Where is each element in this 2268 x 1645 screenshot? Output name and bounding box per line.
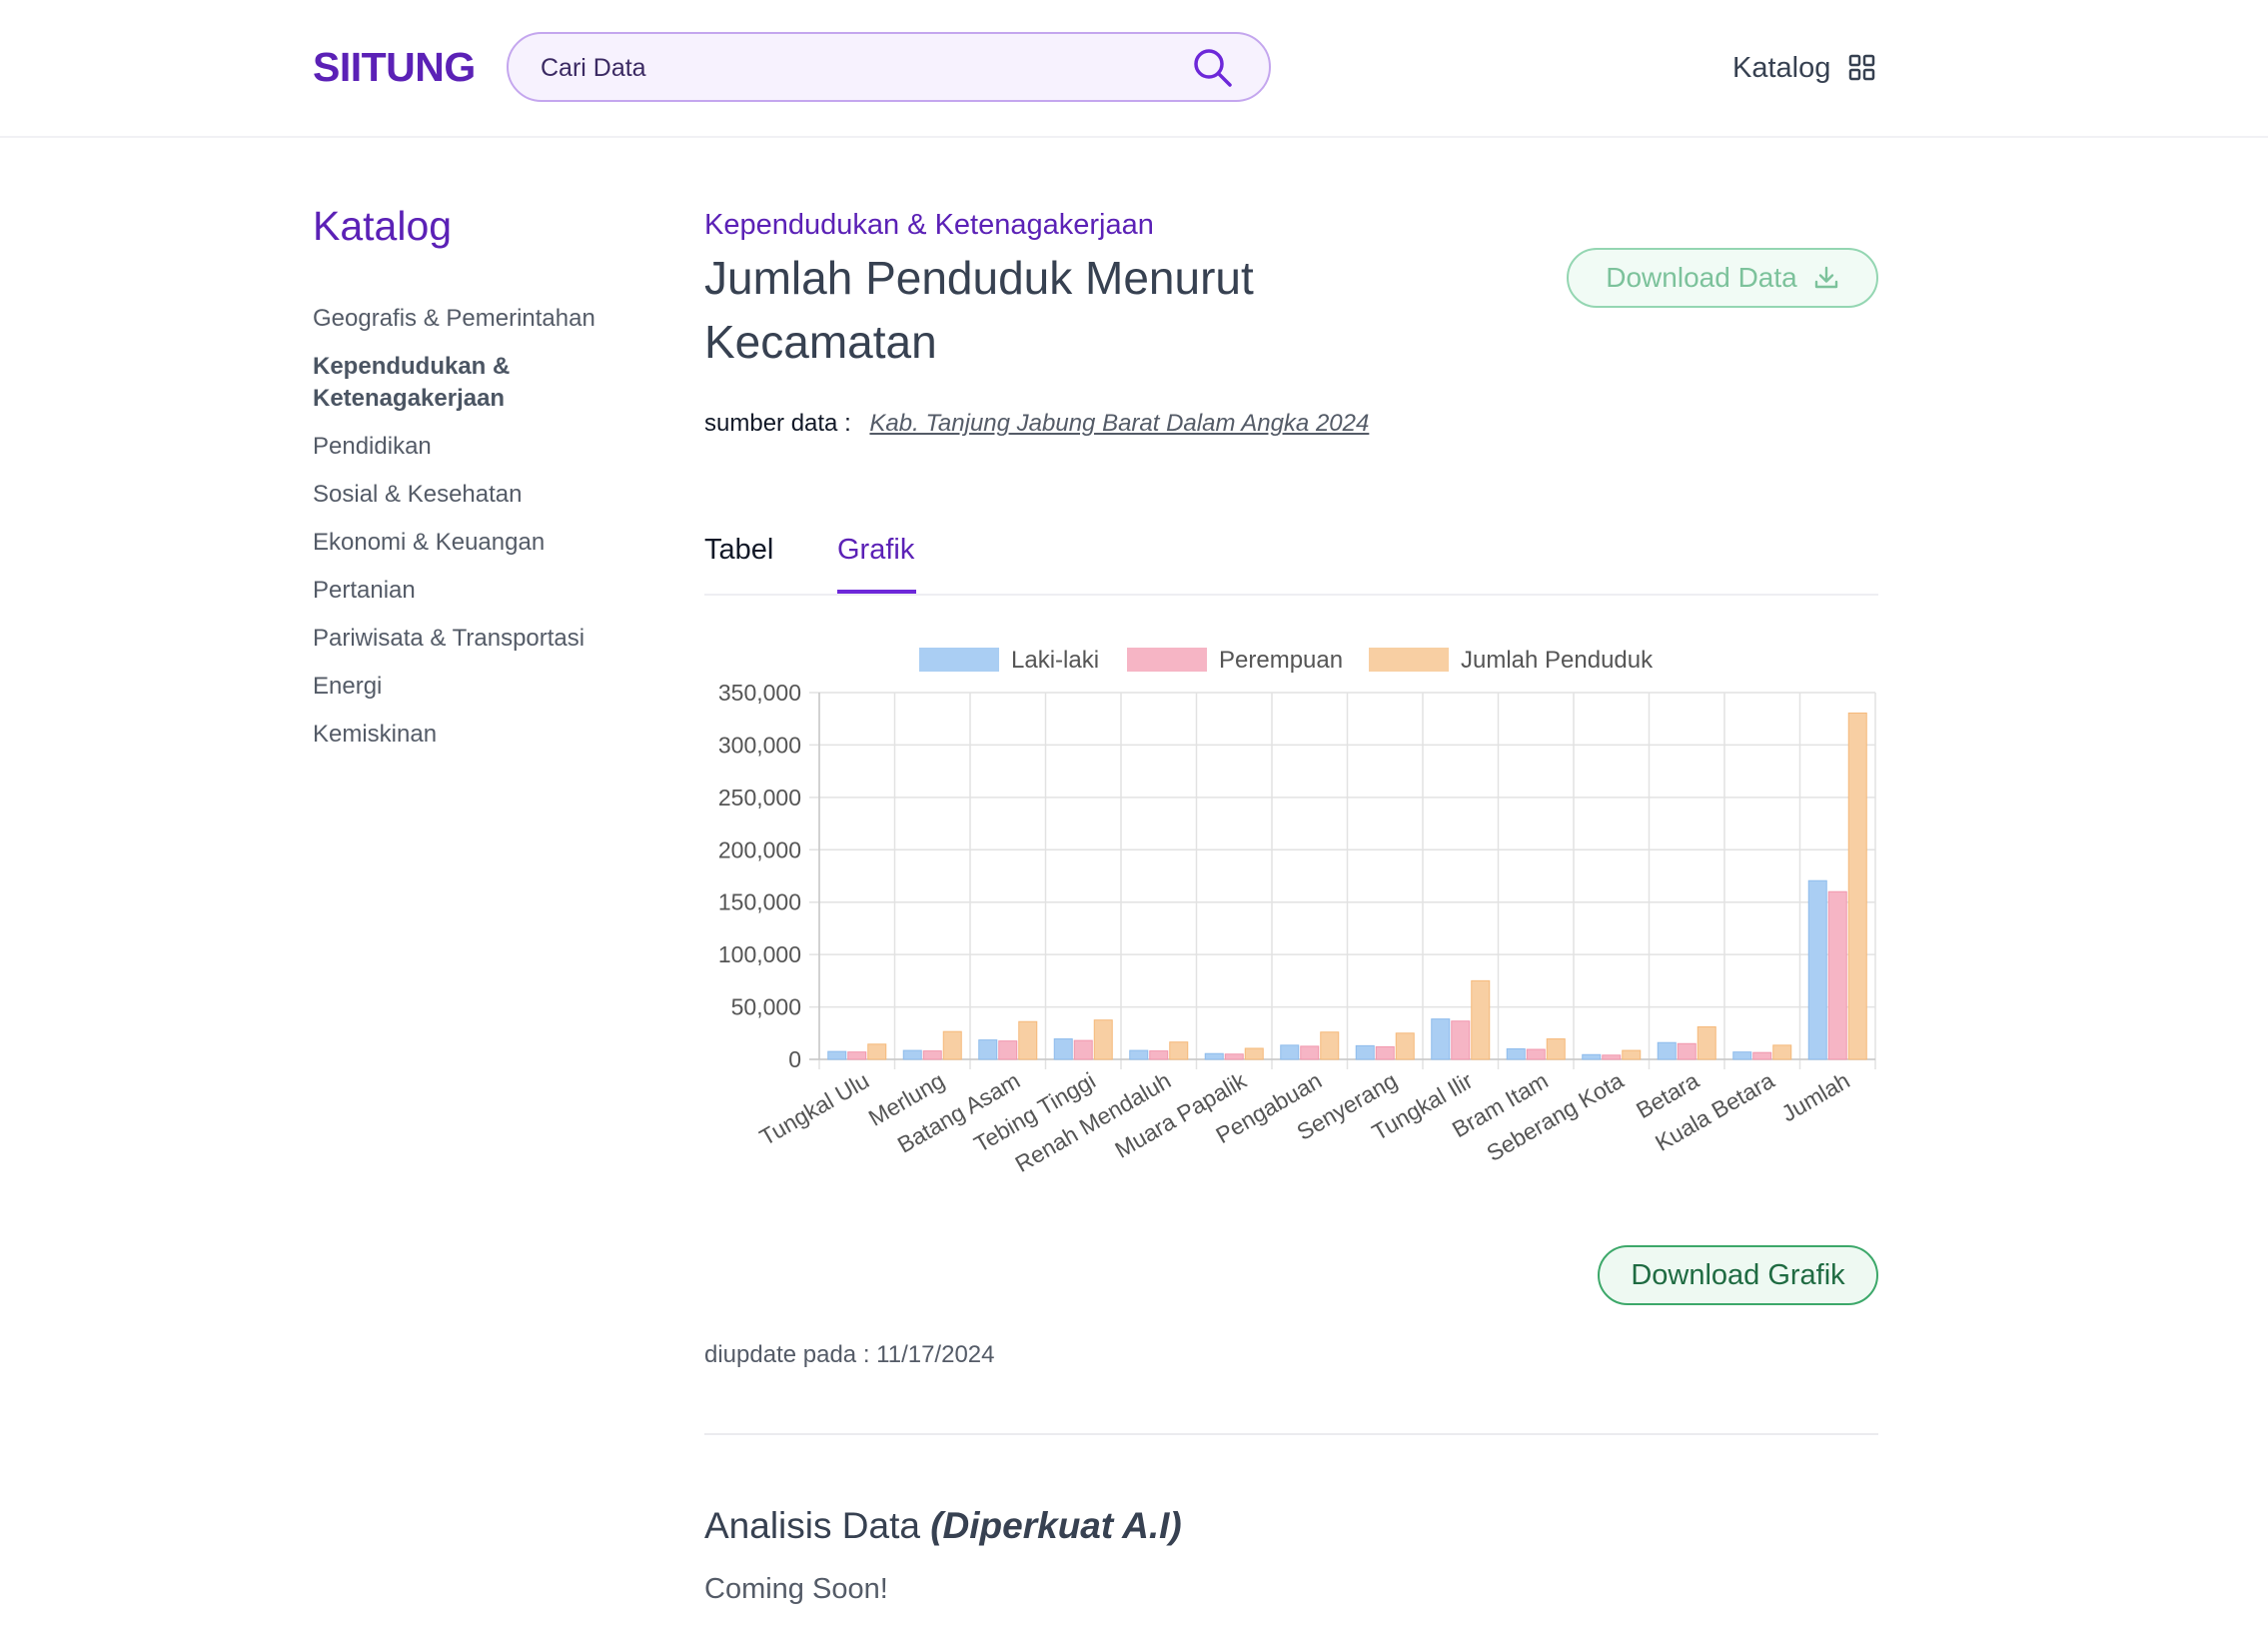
bar-5-0 bbox=[1204, 1052, 1224, 1060]
legend-swatch-1 bbox=[1127, 648, 1207, 672]
y-tick-label: 200,000 bbox=[718, 836, 801, 862]
bar-2-0 bbox=[978, 1039, 998, 1060]
tab-grafik[interactable]: Grafik bbox=[837, 534, 916, 594]
source-label: sumber data : bbox=[704, 410, 851, 437]
x-tick-label: Tungkal Ulu bbox=[755, 1067, 874, 1150]
site-logo[interactable]: SIITUNG bbox=[313, 44, 476, 91]
katalog-menu-label: Katalog bbox=[1732, 51, 1831, 84]
x-tick-label: Jumlah bbox=[1777, 1067, 1854, 1127]
analysis-title-text: Analisis Data bbox=[704, 1505, 920, 1546]
legend-label-2: Jumlah Penduduk bbox=[1461, 647, 1654, 674]
bar-2-2 bbox=[1018, 1020, 1038, 1060]
population-bar-chart: Laki-laki Perempuan Jumlah Penduduk 0 50,000… bbox=[718, 647, 1876, 1177]
bar-0-0 bbox=[827, 1050, 847, 1060]
katalog-menu-button[interactable]: Katalog bbox=[1732, 48, 1876, 88]
analysis-title-ai: (Diperkuat A.I) bbox=[930, 1505, 1182, 1546]
bar-13-0 bbox=[1807, 879, 1827, 1060]
bar-11-0 bbox=[1657, 1041, 1677, 1060]
bar-7-0 bbox=[1355, 1044, 1375, 1060]
legend-label-0: Laki-laki bbox=[1011, 647, 1099, 674]
bar-6-0 bbox=[1280, 1044, 1300, 1060]
bar-13-1 bbox=[1827, 890, 1847, 1060]
bar-3-0 bbox=[1053, 1038, 1073, 1060]
sidebar-title: Katalog bbox=[313, 203, 453, 249]
bar-10-0 bbox=[1582, 1053, 1602, 1060]
bar-4-1 bbox=[1149, 1050, 1169, 1060]
analysis-body: Coming Soon! bbox=[704, 1573, 888, 1605]
sidebar-item-sosial[interactable]: Sosial & Kesehatan bbox=[313, 479, 632, 511]
analysis-title: Analisis Data (Diperkuat A.I) bbox=[704, 1505, 1182, 1547]
search-input[interactable] bbox=[539, 34, 1182, 102]
grid-icon bbox=[1849, 54, 1875, 81]
bar-10-1 bbox=[1602, 1054, 1622, 1060]
bar-1-2 bbox=[942, 1030, 962, 1060]
bar-0-1 bbox=[847, 1051, 867, 1060]
sidebar-item-kependudukan[interactable]: Kependudukan & Ketenagakerjaan bbox=[313, 351, 632, 415]
search-bar bbox=[507, 32, 1271, 102]
bar-8-1 bbox=[1451, 1020, 1471, 1060]
bar-1-0 bbox=[902, 1049, 922, 1060]
bar-6-1 bbox=[1300, 1045, 1320, 1060]
y-tick-label: 50,000 bbox=[731, 994, 801, 1020]
view-tabs: Tabel Grafik bbox=[704, 530, 1878, 596]
download-chart-button[interactable]: Download Grafik bbox=[1598, 1245, 1878, 1305]
dataset-category: Kependudukan & Ketenagakerjaan bbox=[704, 209, 1154, 241]
bar-11-2 bbox=[1697, 1025, 1716, 1060]
download-data-label: Download Data bbox=[1606, 262, 1797, 293]
legend-label-1: Perempuan bbox=[1219, 647, 1343, 674]
bar-7-1 bbox=[1375, 1045, 1395, 1060]
sidebar-item-pertanian[interactable]: Pertanian bbox=[313, 575, 632, 607]
bar-5-2 bbox=[1244, 1047, 1264, 1060]
bar-8-0 bbox=[1431, 1018, 1451, 1060]
bar-3-2 bbox=[1093, 1019, 1113, 1060]
data-source: sumber data : Kab. Tanjung Jabung Barat … bbox=[704, 410, 1369, 438]
bar-12-1 bbox=[1752, 1051, 1772, 1060]
y-tick-label: 100,000 bbox=[718, 941, 801, 967]
sidebar-item-kemiskinan[interactable]: Kemiskinan bbox=[313, 719, 632, 751]
y-tick-label: 150,000 bbox=[718, 889, 801, 915]
bar-11-1 bbox=[1677, 1042, 1697, 1060]
updated-date: diupdate pada : 11/17/2024 bbox=[704, 1341, 995, 1368]
bar-9-0 bbox=[1506, 1048, 1526, 1060]
bar-4-2 bbox=[1169, 1041, 1189, 1060]
bar-9-1 bbox=[1526, 1048, 1546, 1060]
top-header: SIITUNG Katalog bbox=[0, 0, 2268, 138]
legend-swatch-2 bbox=[1369, 648, 1449, 672]
bar-0-2 bbox=[867, 1043, 887, 1060]
section-divider bbox=[704, 1433, 1878, 1435]
bar-2-1 bbox=[998, 1040, 1018, 1060]
download-icon bbox=[1814, 266, 1837, 289]
y-tick-label: 0 bbox=[788, 1046, 801, 1072]
bar-10-2 bbox=[1622, 1049, 1642, 1060]
sidebar-item-pariwisata[interactable]: Pariwisata & Transportasi bbox=[313, 623, 632, 655]
legend-swatch-0 bbox=[919, 648, 999, 672]
bar-1-1 bbox=[922, 1050, 942, 1060]
bar-12-2 bbox=[1772, 1044, 1792, 1060]
bar-6-2 bbox=[1320, 1031, 1340, 1060]
page-title: Jumlah Penduduk Menurut Kecamatan bbox=[704, 252, 1254, 368]
y-tick-label: 350,000 bbox=[718, 680, 801, 706]
bar-13-2 bbox=[1847, 712, 1867, 1060]
bar-3-1 bbox=[1073, 1039, 1093, 1060]
bar-8-2 bbox=[1471, 979, 1491, 1060]
sidebar-item-geografis[interactable]: Geografis & Pemerintahan bbox=[313, 303, 632, 335]
tab-tabel[interactable]: Tabel bbox=[704, 534, 773, 590]
y-tick-label: 250,000 bbox=[718, 785, 801, 811]
bar-7-2 bbox=[1395, 1032, 1415, 1060]
bar-4-0 bbox=[1129, 1049, 1149, 1060]
search-icon[interactable] bbox=[1191, 46, 1235, 90]
sidebar-item-pendidikan[interactable]: Pendidikan bbox=[313, 431, 632, 463]
bar-9-2 bbox=[1546, 1038, 1566, 1060]
bar-12-0 bbox=[1732, 1051, 1752, 1060]
sidebar-category-list: Geografis & Pemerintahan Kependudukan & … bbox=[313, 303, 632, 767]
download-data-button[interactable]: Download Data bbox=[1567, 248, 1878, 308]
source-link[interactable]: Kab. Tanjung Jabung Barat Dalam Angka 20… bbox=[869, 410, 1369, 437]
bar-5-1 bbox=[1224, 1053, 1244, 1060]
y-tick-label: 300,000 bbox=[718, 732, 801, 758]
sidebar-item-energi[interactable]: Energi bbox=[313, 671, 632, 703]
sidebar-item-ekonomi[interactable]: Ekonomi & Keuangan bbox=[313, 527, 632, 559]
